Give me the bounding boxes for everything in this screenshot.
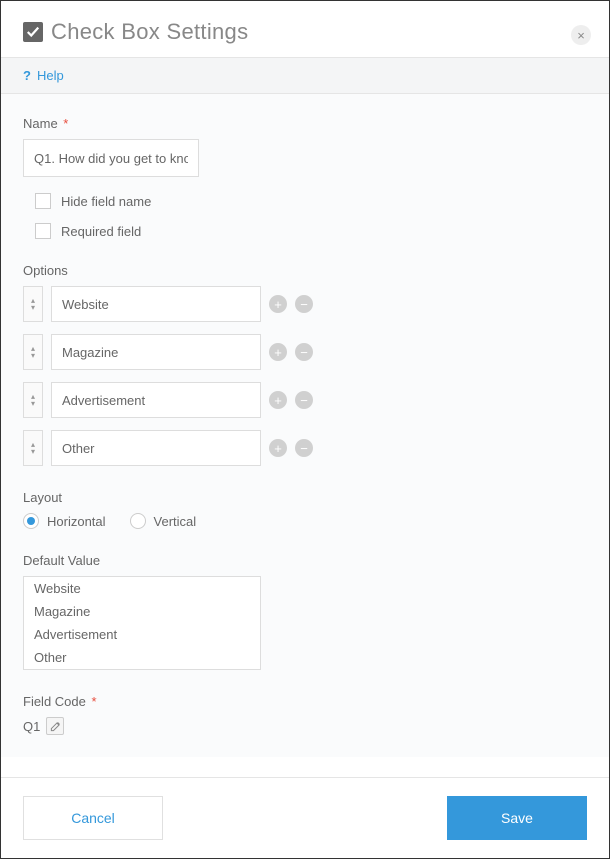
option-input[interactable] xyxy=(51,334,261,370)
remove-option-button[interactable]: − xyxy=(295,391,313,409)
layout-vertical-label: Vertical xyxy=(154,514,197,529)
help-icon: ? xyxy=(23,68,31,83)
field-code-value: Q1 xyxy=(23,719,40,734)
close-button[interactable]: × xyxy=(571,25,591,45)
option-drag-handle[interactable] xyxy=(23,286,43,322)
help-bar[interactable]: ? Help xyxy=(1,57,609,94)
default-value-item[interactable]: Other xyxy=(24,646,260,669)
edit-icon[interactable] xyxy=(46,717,64,735)
hide-field-checkbox[interactable] xyxy=(35,193,51,209)
layout-vertical-radio[interactable] xyxy=(130,513,146,529)
option-input[interactable] xyxy=(51,286,261,322)
dialog-title: Check Box Settings xyxy=(51,19,248,45)
required-checkbox[interactable] xyxy=(35,223,51,239)
layout-label: Layout xyxy=(23,490,587,505)
save-button[interactable]: Save xyxy=(447,796,587,840)
hide-field-label: Hide field name xyxy=(61,194,151,209)
remove-option-button[interactable]: − xyxy=(295,343,313,361)
default-value-list[interactable]: WebsiteMagazineAdvertisementOther xyxy=(23,576,261,670)
option-drag-handle[interactable] xyxy=(23,334,43,370)
option-input[interactable] xyxy=(51,382,261,418)
option-input[interactable] xyxy=(51,430,261,466)
field-code-label: Field Code * xyxy=(23,694,587,709)
layout-horizontal-label: Horizontal xyxy=(47,514,106,529)
default-value-item[interactable]: Magazine xyxy=(24,600,260,623)
name-input[interactable] xyxy=(23,139,199,177)
option-drag-handle[interactable] xyxy=(23,430,43,466)
default-value-item[interactable]: Website xyxy=(24,577,260,600)
add-option-button[interactable]: + xyxy=(269,295,287,313)
checkbox-icon xyxy=(23,22,43,42)
add-option-button[interactable]: + xyxy=(269,391,287,409)
default-value-label: Default Value xyxy=(23,553,587,568)
name-label: Name * xyxy=(23,116,587,131)
cancel-button[interactable]: Cancel xyxy=(23,796,163,840)
add-option-button[interactable]: + xyxy=(269,439,287,457)
add-option-button[interactable]: + xyxy=(269,343,287,361)
remove-option-button[interactable]: − xyxy=(295,295,313,313)
required-label: Required field xyxy=(61,224,141,239)
options-label: Options xyxy=(23,263,587,278)
layout-horizontal-radio[interactable] xyxy=(23,513,39,529)
default-value-item[interactable]: Advertisement xyxy=(24,623,260,646)
help-link[interactable]: Help xyxy=(37,68,64,83)
remove-option-button[interactable]: − xyxy=(295,439,313,457)
option-drag-handle[interactable] xyxy=(23,382,43,418)
